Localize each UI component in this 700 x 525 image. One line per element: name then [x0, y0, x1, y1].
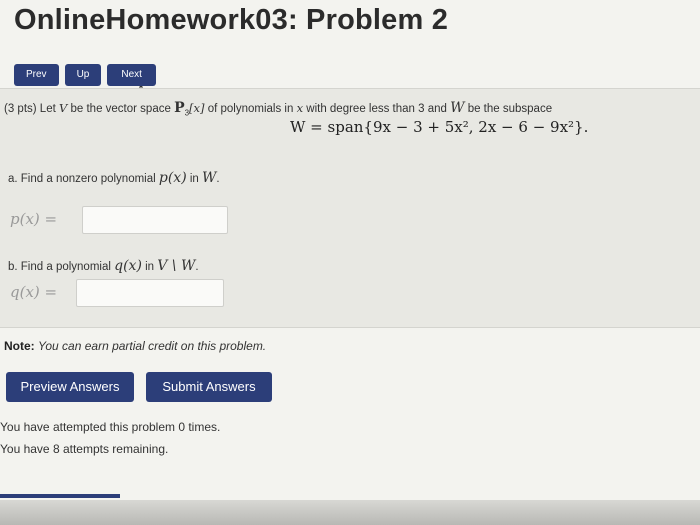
attempts-remaining: You have 8 attempts remaining.: [0, 442, 169, 456]
part-b-text: b. Find a polynomial: [8, 261, 115, 273]
part-a-answer-input[interactable]: [82, 206, 228, 234]
part-a-lhs: p(x) =: [10, 210, 58, 228]
next-button[interactable]: Next: [107, 64, 156, 86]
footer-accent-bar: [0, 494, 120, 498]
var-w: W: [450, 100, 465, 116]
intro-text-2: be the vector space: [67, 103, 175, 115]
screen-bottom-edge: [0, 500, 700, 525]
up-button[interactable]: Up: [64, 64, 102, 86]
space-symbol: P: [174, 100, 185, 116]
part-b-space: V \ W: [157, 258, 196, 274]
note: Note: You can earn partial credit on thi…: [4, 339, 266, 353]
span-equation: W = span{9x − 3 + 5x², 2x − 6 − 9x²}.: [290, 118, 589, 136]
part-b-poly: q(x): [114, 258, 142, 274]
part-a-text-2: in: [186, 173, 202, 185]
part-a-label: a. Find a nonzero polynomial p(x) in W.: [8, 170, 220, 186]
preview-answers-button[interactable]: Preview Answers: [6, 372, 134, 402]
page-title: OnlineHomework03: Problem 2: [14, 4, 449, 36]
problem-nav: Prev Up Next: [14, 64, 156, 86]
space-arg: [x]: [189, 101, 205, 115]
note-text: You can earn partial credit on this prob…: [38, 339, 267, 353]
points-label: (3 pts): [4, 103, 37, 115]
part-a-poly: p(x): [158, 170, 187, 186]
note-label: Note:: [4, 339, 35, 353]
part-a-space: W: [202, 170, 217, 186]
part-a-text: a. Find a nonzero polynomial: [8, 173, 159, 185]
intro-text-4: with degree less than 3 and: [303, 103, 451, 115]
submit-answers-button[interactable]: Submit Answers: [146, 372, 272, 402]
part-b-text-2: in: [141, 261, 158, 273]
attempts-status: You have attempted this problem 0 times.: [0, 420, 221, 434]
problem-statement: (3 pts) Let V be the vector space P3[x] …: [4, 100, 552, 117]
intro-text-3: of polynomials in: [204, 103, 297, 115]
intro-text-5: be the subspace: [464, 103, 553, 115]
part-b-text-3: .: [195, 261, 199, 273]
part-b-label: b. Find a polynomial q(x) in V \ W.: [8, 258, 199, 274]
part-b-lhs: q(x) =: [10, 283, 58, 301]
intro-text: Let: [39, 103, 59, 115]
prev-button[interactable]: Prev: [14, 64, 59, 86]
part-a-text-3: .: [216, 173, 220, 185]
part-b-answer-input[interactable]: [76, 279, 224, 307]
